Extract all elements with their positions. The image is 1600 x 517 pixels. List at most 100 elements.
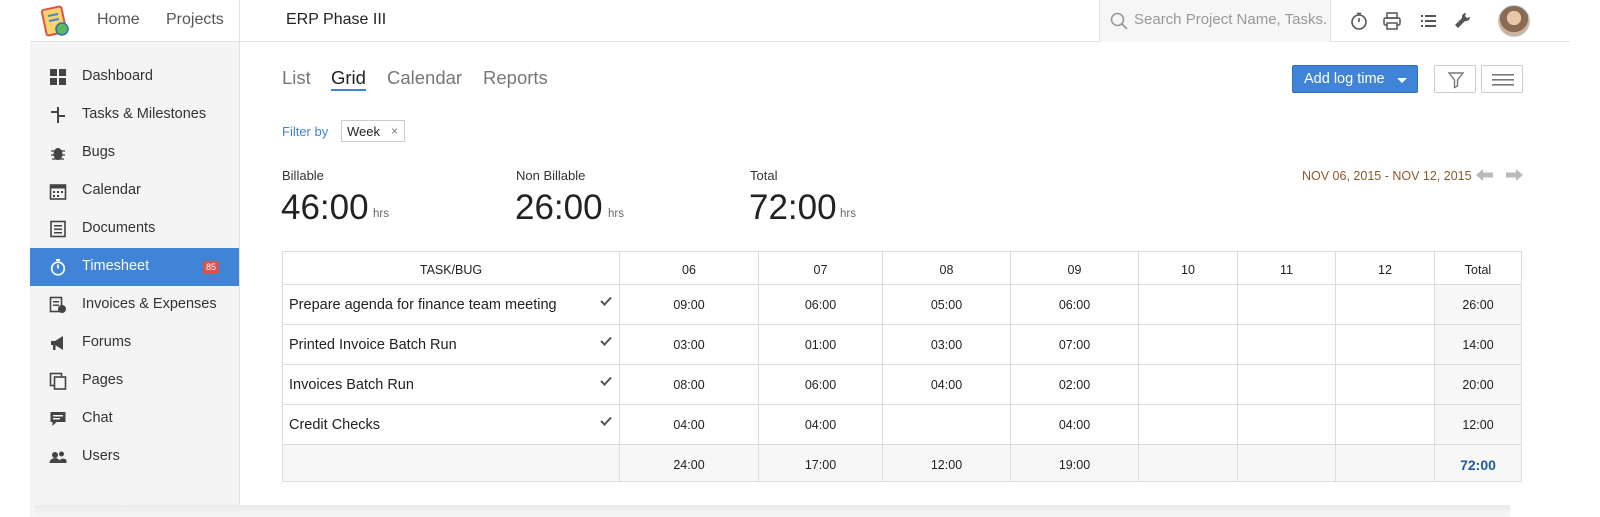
document-icon <box>50 220 66 238</box>
task-name[interactable]: Credit Checks <box>289 417 380 433</box>
calendar-icon <box>49 184 67 200</box>
filter-by-label[interactable]: Filter by <box>282 124 328 139</box>
time-cell[interactable] <box>1237 284 1336 325</box>
time-cell[interactable] <box>882 404 1011 445</box>
sidebar-item-documents[interactable]: Documents <box>30 210 239 248</box>
tab-list[interactable]: List <box>282 67 311 89</box>
time-cell[interactable] <box>1237 324 1336 365</box>
filter-button[interactable] <box>1434 65 1476 93</box>
app-window: Home Projects ERP Phase III Search Proje… <box>30 0 1570 517</box>
grand-total-cell: 72:00 <box>1434 444 1522 482</box>
time-cell[interactable]: 06:00 <box>758 364 883 405</box>
task-name[interactable]: Prepare agenda for finance team meeting <box>289 297 557 313</box>
empty-cell <box>282 444 620 482</box>
sidebar-item-label: Documents <box>82 220 156 236</box>
row-total-cell: 20:00 <box>1434 364 1522 405</box>
menu-button[interactable] <box>1481 65 1523 93</box>
filter-chip-label: Week <box>347 124 380 139</box>
task-cell[interactable]: Prepare agenda for finance team meeting <box>282 284 620 325</box>
time-cell[interactable] <box>1335 364 1435 405</box>
sidebar-item-dashboard[interactable]: Dashboard <box>30 58 239 96</box>
time-cell[interactable] <box>1138 324 1238 365</box>
sidebar-item-chat[interactable]: Chat <box>30 400 239 438</box>
top-bar: Home Projects ERP Phase III <box>30 0 1570 42</box>
list-icon[interactable] <box>1419 11 1439 31</box>
avatar[interactable] <box>1498 5 1530 37</box>
tab-reports[interactable]: Reports <box>483 67 548 89</box>
time-cell[interactable]: 06:00 <box>1010 284 1139 325</box>
timer-icon[interactable] <box>1349 11 1369 31</box>
time-cell[interactable]: 08:00 <box>619 364 759 405</box>
task-name[interactable]: Printed Invoice Batch Run <box>289 337 457 353</box>
arrow-left-icon[interactable] <box>1476 168 1493 182</box>
table-row: Credit Checks 04:00 04:00 04:00 12:00 <box>282 404 1522 445</box>
tab-grid[interactable]: Grid <box>331 67 366 89</box>
sidebar-item-pages[interactable]: Pages <box>30 362 239 400</box>
day-total-cell <box>1138 444 1238 482</box>
sidebar-item-timesheet[interactable]: Timesheet 85 <box>30 248 239 286</box>
non-billable-label: Non Billable <box>516 168 586 183</box>
column-header-day: 07 <box>758 251 883 285</box>
check-icon <box>600 416 612 426</box>
check-icon <box>600 336 612 346</box>
tab-calendar[interactable]: Calendar <box>387 67 462 89</box>
wrench-icon[interactable] <box>1452 11 1472 31</box>
time-cell[interactable]: 04:00 <box>882 364 1011 405</box>
task-name[interactable]: Invoices Batch Run <box>289 377 414 393</box>
time-cell[interactable]: 06:00 <box>758 284 883 325</box>
total-value: 72:00 <box>749 188 837 227</box>
stopwatch-icon <box>50 259 66 276</box>
time-cell[interactable]: 04:00 <box>758 404 883 445</box>
time-cell[interactable]: 04:00 <box>619 404 759 445</box>
time-cell[interactable] <box>1335 404 1435 445</box>
grid-header-row: TASK/BUG 06 07 08 09 10 11 12 Total <box>282 251 1522 285</box>
non-billable-value: 26:00 <box>515 188 603 227</box>
time-cell[interactable] <box>1335 284 1435 325</box>
search-input[interactable] <box>1134 11 1326 28</box>
time-cell[interactable] <box>1138 364 1238 405</box>
sidebar-item-users[interactable]: Users <box>30 438 239 476</box>
timesheet-count-badge: 85 <box>203 261 220 274</box>
sidebar-item-label: Dashboard <box>82 68 153 84</box>
day-total-cell: 19:00 <box>1010 444 1139 482</box>
table-row: Invoices Batch Run 08:00 06:00 04:00 02:… <box>282 364 1522 405</box>
close-icon[interactable]: × <box>391 124 398 138</box>
day-total-cell: 12:00 <box>882 444 1011 482</box>
task-cell[interactable]: Printed Invoice Batch Run <box>282 324 620 365</box>
time-cell[interactable]: 02:00 <box>1010 364 1139 405</box>
search-box[interactable] <box>1099 0 1331 42</box>
time-cell[interactable]: 01:00 <box>758 324 883 365</box>
time-cell[interactable] <box>1237 364 1336 405</box>
time-cell[interactable]: 05:00 <box>882 284 1011 325</box>
sidebar-item-bugs[interactable]: Bugs <box>30 134 239 172</box>
time-cell[interactable]: 09:00 <box>619 284 759 325</box>
time-cell[interactable]: 07:00 <box>1010 324 1139 365</box>
check-icon <box>600 376 612 386</box>
time-cell[interactable] <box>1138 404 1238 445</box>
sidebar-item-invoices[interactable]: Invoices & Expenses <box>30 286 239 324</box>
dashboard-icon <box>50 69 66 85</box>
time-cell[interactable]: 04:00 <box>1010 404 1139 445</box>
task-cell[interactable]: Invoices Batch Run <box>282 364 620 405</box>
time-cell[interactable]: 03:00 <box>882 324 1011 365</box>
time-cell[interactable] <box>1335 324 1435 365</box>
arrow-right-icon[interactable] <box>1506 168 1523 182</box>
app-logo-icon[interactable] <box>40 4 72 38</box>
time-cell[interactable] <box>1138 284 1238 325</box>
funnel-icon <box>1447 72 1465 89</box>
task-cell[interactable]: Credit Checks <box>282 404 620 445</box>
column-header-day: 08 <box>882 251 1011 285</box>
sidebar-item-calendar[interactable]: Calendar <box>30 172 239 210</box>
add-log-time-button[interactable]: Add log time <box>1292 65 1418 93</box>
nav-home[interactable]: Home <box>97 11 140 29</box>
divider <box>239 0 240 42</box>
nav-projects[interactable]: Projects <box>166 11 224 29</box>
time-cell[interactable]: 03:00 <box>619 324 759 365</box>
print-icon[interactable] <box>1382 11 1402 31</box>
project-title[interactable]: ERP Phase III <box>286 11 386 29</box>
filter-chip-week[interactable]: Week × <box>341 120 405 142</box>
sidebar: Dashboard Tasks & Milestones Bugs Calend… <box>30 42 240 517</box>
sidebar-item-tasks[interactable]: Tasks & Milestones <box>30 96 239 134</box>
sidebar-item-forums[interactable]: Forums <box>30 324 239 362</box>
time-cell[interactable] <box>1237 404 1336 445</box>
